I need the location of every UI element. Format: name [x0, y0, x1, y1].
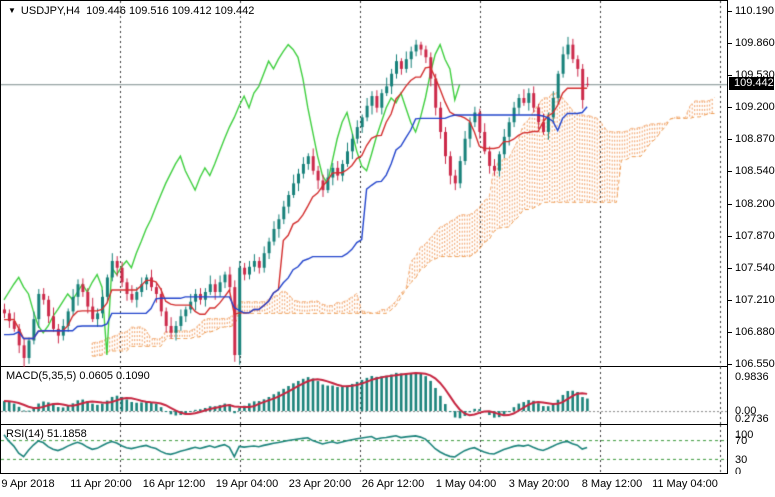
price-axis-label: 109.200 [735, 101, 775, 113]
price-axis-label: 107.210 [735, 294, 775, 306]
time-axis-label: 16 Apr 12:00 [143, 478, 205, 490]
price-axis-label: 107.870 [735, 230, 775, 242]
main-chart-canvas[interactable] [1, 1, 728, 367]
price-axis-tick [728, 268, 732, 269]
macd-axis-min-label: 0.2736 [735, 413, 769, 425]
macd-indicator-pane[interactable]: MACD(5,35,5) 0.0605 0.1090 [0, 367, 728, 425]
time-axis-label: 11 May 04:00 [652, 478, 718, 490]
time-axis[interactable]: 9 Apr 2018 11 Apr 20:00 16 Apr 12:00 19 Apr… [0, 474, 775, 497]
main-chart-pane[interactable]: ▼ USDJPY,H4 109.446 109.516 109.412 109.4… [0, 0, 728, 367]
macd-axis-max-label: 0.9836 [735, 371, 769, 383]
price-axis-tick [728, 107, 732, 108]
price-axis-label: 108.540 [735, 165, 775, 177]
price-axis-tick [728, 236, 732, 237]
price-axis-label: 106.880 [735, 326, 775, 338]
price-axis-label: 108.870 [735, 133, 775, 145]
time-axis-label: 1 May 04:00 [436, 478, 497, 490]
symbol-period-label: USDJPY,H4 [21, 5, 80, 17]
price-axis-tick [728, 364, 732, 365]
symbol-dropdown-icon: ▼ [8, 6, 16, 15]
price-axis-tick [728, 171, 732, 172]
rsi-indicator-pane[interactable]: RSI(14) 51.1858 [0, 425, 728, 474]
time-axis-label: 23 Apr 20:00 [289, 478, 351, 490]
trading-chart-window: ▼ USDJPY,H4 109.446 109.516 109.412 109.4… [0, 0, 775, 497]
ohlc-readout: 109.446 109.516 109.412 109.442 [86, 5, 254, 17]
time-axis-label: 19 Apr 04:00 [216, 478, 278, 490]
time-axis-label: 3 May 20:00 [509, 478, 570, 490]
price-axis-label: 108.200 [735, 198, 775, 210]
rsi-axis-label: 70 [735, 435, 747, 447]
time-axis-label: 9 Apr 2018 [1, 478, 54, 490]
price-axis-tick [728, 332, 732, 333]
time-axis-label: 8 May 12:00 [582, 478, 643, 490]
price-axis-label: 106.550 [735, 358, 775, 370]
price-axis-tick [728, 300, 732, 301]
chart-title: ▼ USDJPY,H4 109.446 109.516 109.412 109.4… [8, 5, 254, 17]
price-axis-tick [728, 139, 732, 140]
rsi-axis-label: 30 [735, 454, 747, 466]
price-axis-tick [728, 11, 732, 12]
price-axis-tick [728, 43, 732, 44]
price-axis-tick [728, 204, 732, 205]
current-price-tag: 109.442 [729, 77, 774, 90]
time-axis-label: 26 Apr 12:00 [362, 478, 424, 490]
price-axis[interactable]: 109.442 110.190109.860109.530109.200108.… [727, 0, 775, 475]
price-axis-tick [728, 75, 732, 76]
price-axis-label: 110.190 [735, 5, 774, 17]
rsi-canvas[interactable] [1, 425, 728, 473]
price-axis-label: 107.540 [735, 262, 775, 274]
price-axis-label: 109.860 [735, 37, 775, 49]
time-axis-label: 11 Apr 20:00 [70, 478, 132, 490]
rsi-label: RSI(14) 51.1858 [6, 428, 87, 440]
macd-label: MACD(5,35,5) 0.0605 0.1090 [6, 370, 150, 382]
